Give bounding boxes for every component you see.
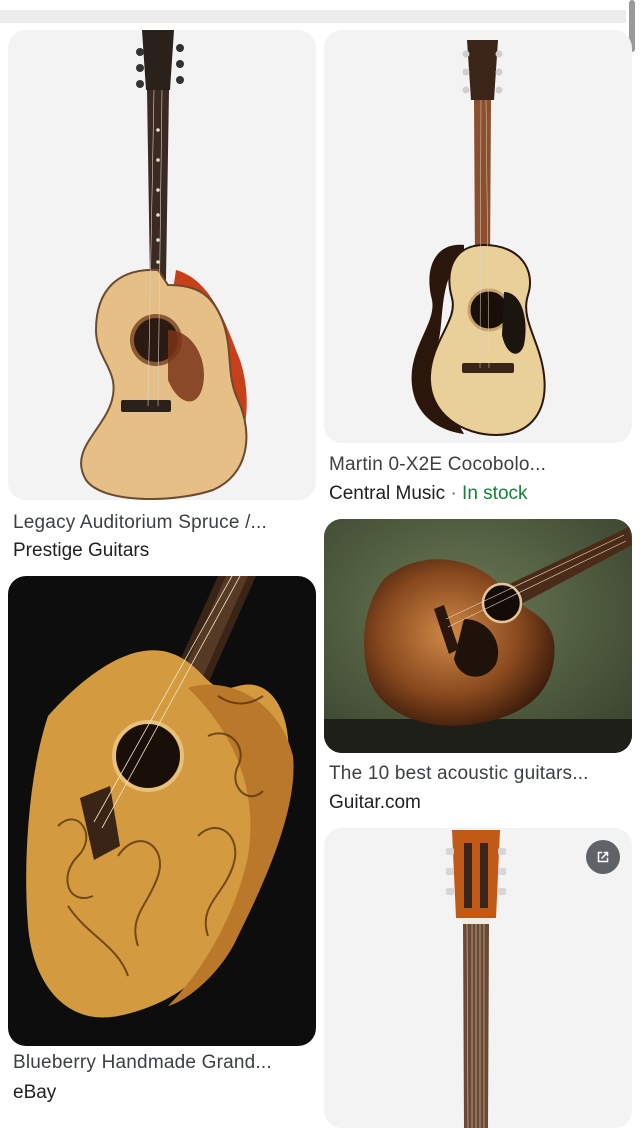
result-source: eBay (13, 1082, 56, 1104)
source-separator: · (450, 483, 457, 504)
top-bar (0, 0, 640, 24)
source-name: eBay (13, 1082, 57, 1103)
result-image[interactable] (324, 519, 632, 753)
stock-status: In stock (462, 483, 528, 504)
top-strip (0, 10, 626, 23)
open-in-new-icon (594, 848, 612, 866)
result-source: Central Music · In stock (329, 483, 528, 505)
result-source: Prestige Guitars (13, 540, 149, 562)
result-title[interactable]: Martin 0-X2E Cocobolo... (329, 454, 629, 476)
open-in-new-button[interactable] (586, 840, 620, 874)
result-image[interactable] (324, 828, 632, 1128)
result-title[interactable]: The 10 best acoustic guitars... (329, 763, 629, 785)
result-title[interactable]: Legacy Auditorium Spruce /... (13, 512, 313, 534)
result-title[interactable]: Blueberry Handmade Grand... (13, 1052, 313, 1074)
source-name: Central Music (329, 483, 446, 504)
source-name: Prestige Guitars (13, 540, 150, 561)
result-image[interactable] (8, 30, 316, 500)
source-name: Guitar.com (329, 792, 421, 813)
result-image[interactable] (324, 30, 632, 443)
result-image[interactable] (8, 576, 316, 1046)
result-source: Guitar.com (329, 792, 421, 814)
